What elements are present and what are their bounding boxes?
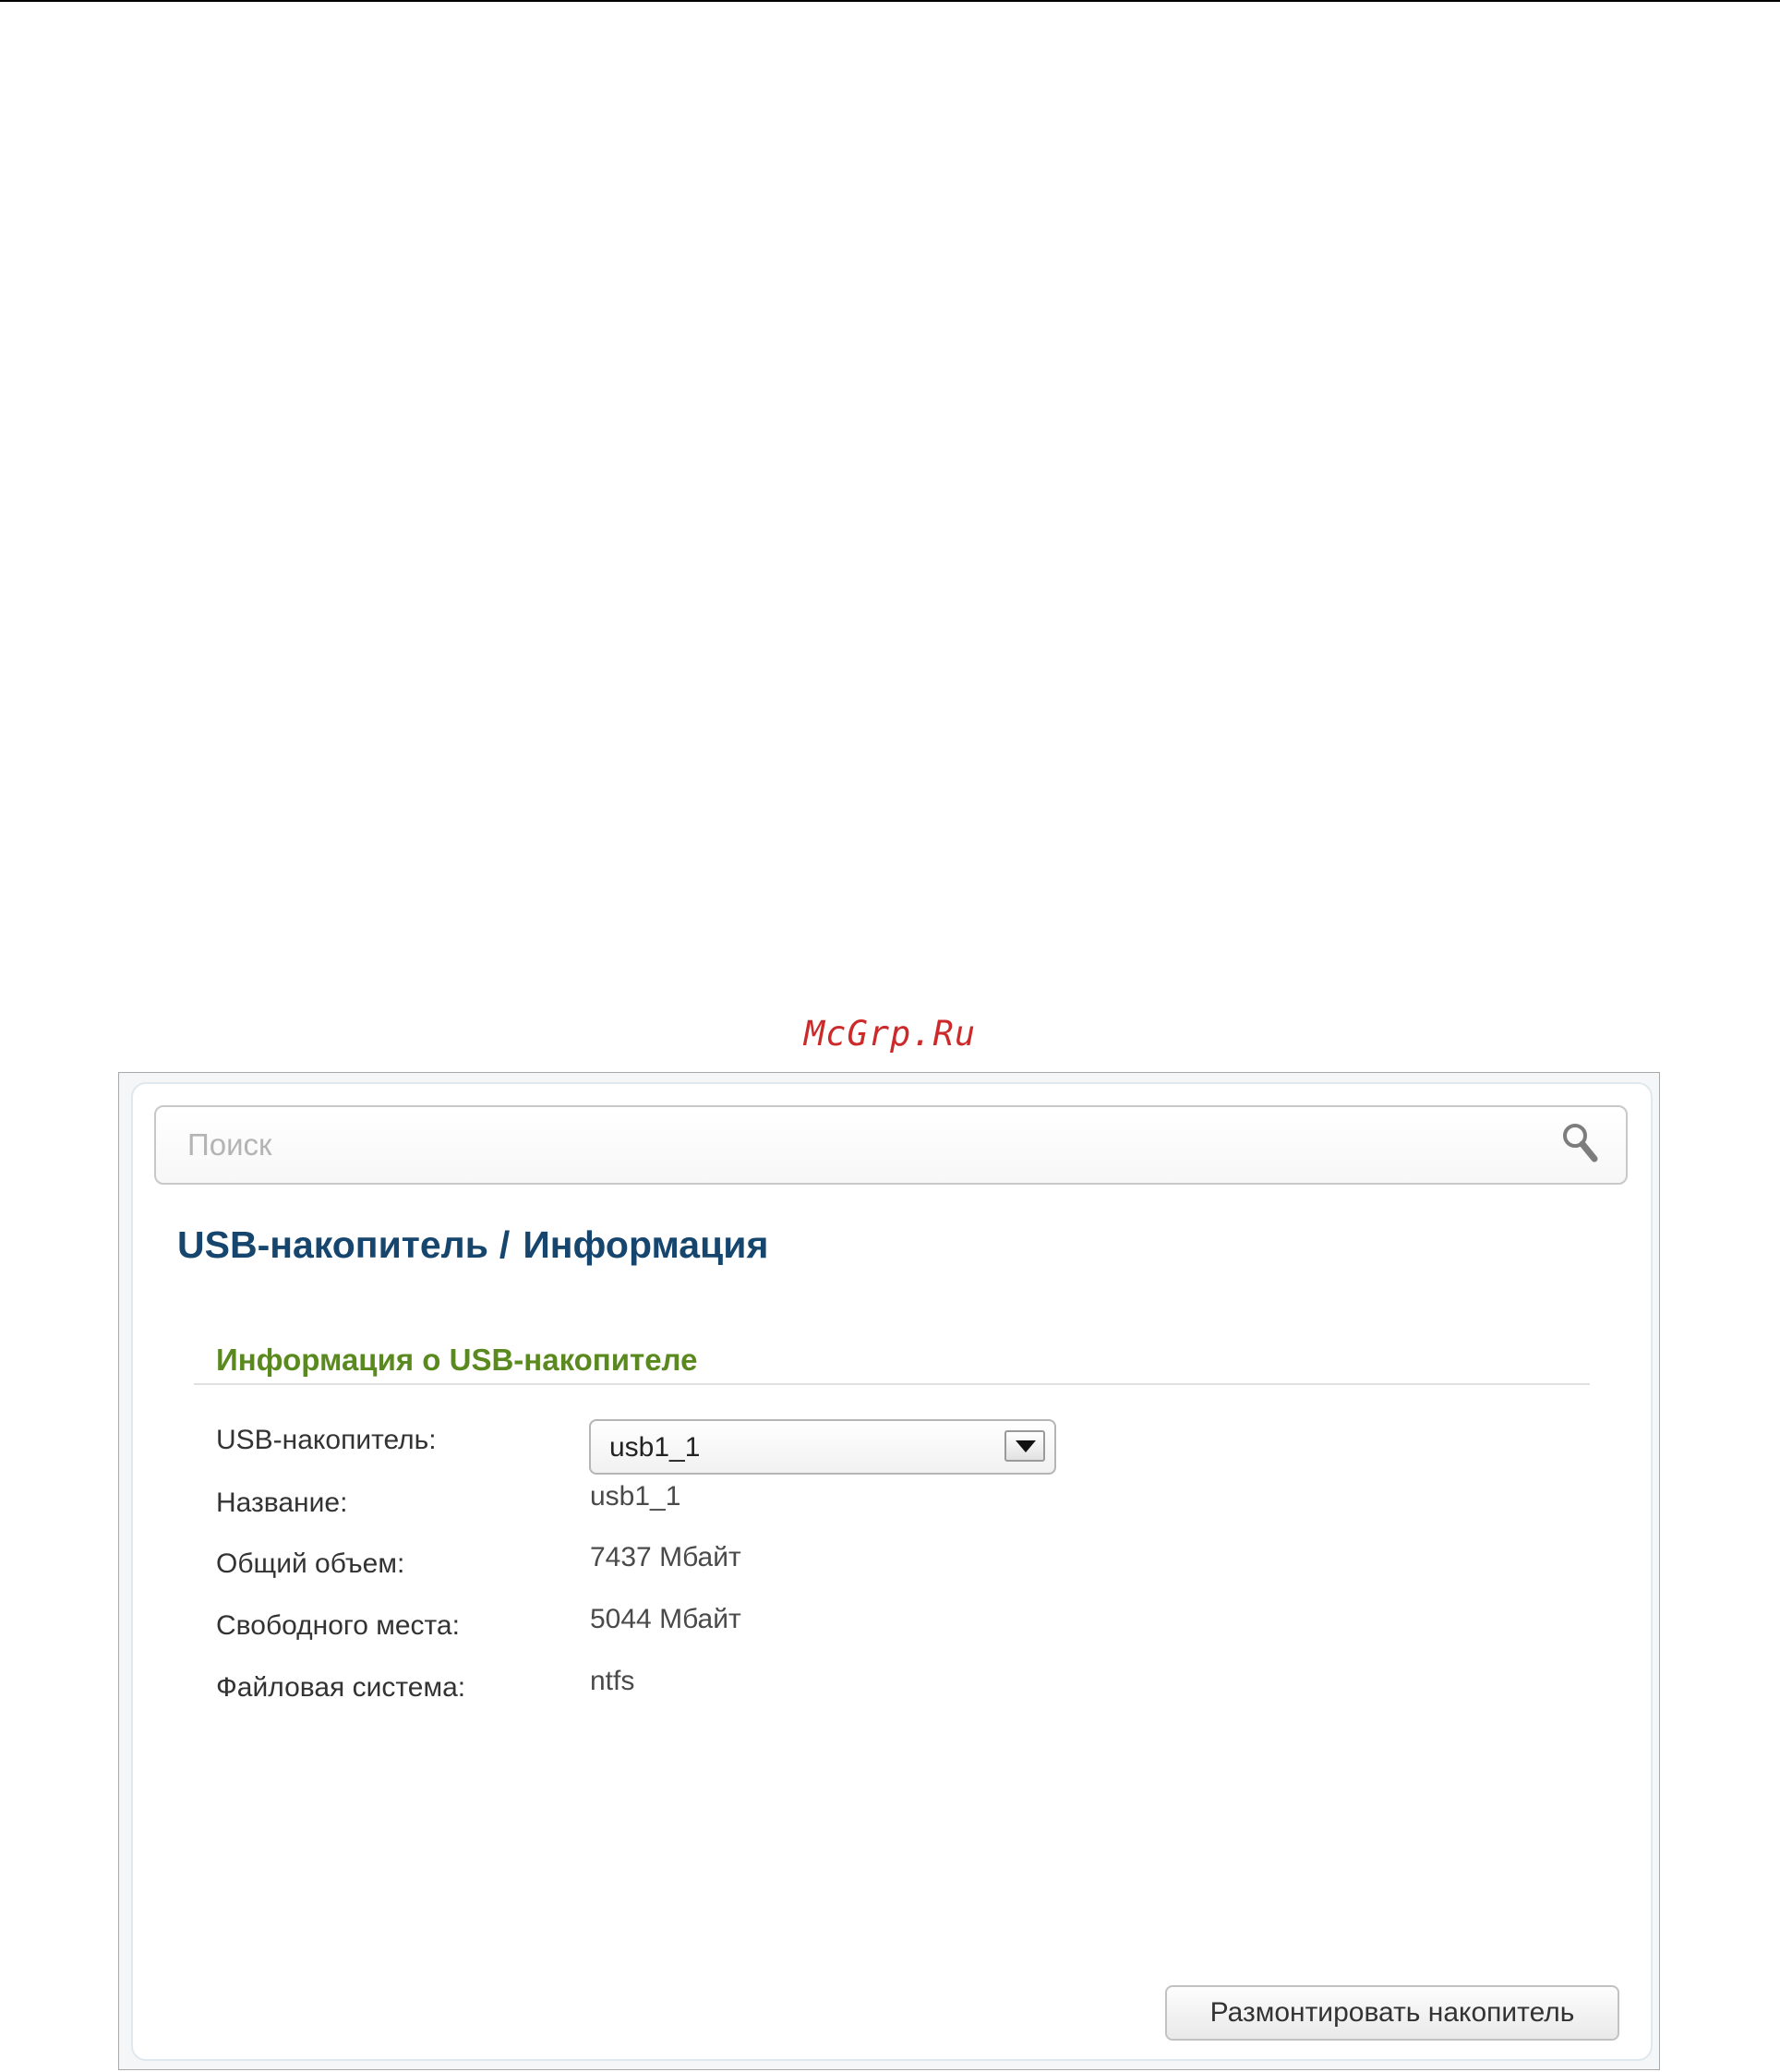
section-title: Информация о USB-накопителе <box>216 1343 698 1377</box>
breadcrumb-section[interactable]: USB-накопитель <box>177 1223 488 1266</box>
free-space-label: Свободного места: <box>216 1610 460 1641</box>
section-divider <box>194 1383 1590 1385</box>
page-title: USB-накопитель / Информация <box>177 1223 768 1267</box>
name-label: Название: <box>216 1488 348 1518</box>
usb-drive-label: USB-накопитель: <box>216 1425 437 1455</box>
total-size-label: Общий объем: <box>216 1548 405 1579</box>
usb-drive-select[interactable]: usb1_1 <box>589 1419 1056 1475</box>
filesystem-value: ntfs <box>590 1666 635 1696</box>
search-bar[interactable] <box>154 1105 1628 1185</box>
filesystem-label: Файловая система: <box>216 1672 466 1703</box>
breadcrumb-separator: / <box>499 1223 511 1266</box>
breadcrumb-page: Информация <box>523 1223 769 1266</box>
usb-drive-select-value: usb1_1 <box>609 1432 701 1463</box>
name-value: usb1_1 <box>590 1481 681 1512</box>
top-border-line <box>0 0 1780 2</box>
free-space-value: 5044 Мбайт <box>590 1604 741 1634</box>
chevron-down-icon[interactable] <box>1004 1430 1045 1462</box>
total-size-value: 7437 Мбайт <box>590 1542 741 1572</box>
unmount-button[interactable]: Размонтировать накопитель <box>1165 1985 1619 2041</box>
search-input[interactable] <box>187 1120 1526 1170</box>
search-icon[interactable] <box>1559 1120 1604 1168</box>
watermark: McGrp.Ru <box>803 1014 977 1054</box>
